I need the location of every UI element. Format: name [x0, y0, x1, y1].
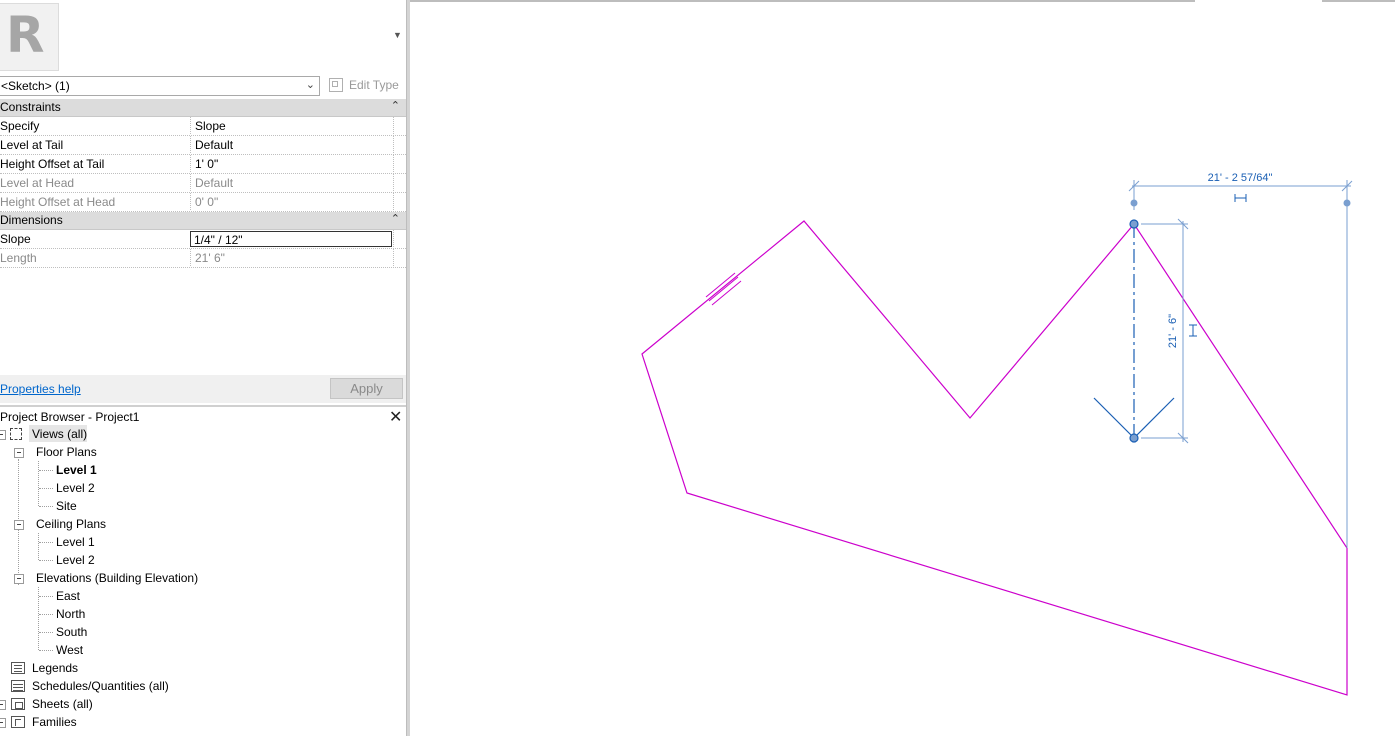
type-selector-header: R ▼	[0, 0, 406, 74]
property-name: Height Offset at Head	[0, 195, 116, 209]
group-label: Dimensions	[0, 213, 63, 227]
views-icon	[10, 428, 22, 440]
property-value[interactable]: 1' 0"	[195, 157, 218, 171]
edit-type-icon	[329, 78, 343, 92]
expand-toggle-icon[interactable]	[0, 718, 6, 728]
property-row-level-at-head: Level at Head Default	[0, 174, 406, 193]
collapse-toggle-icon[interactable]	[14, 448, 24, 458]
horizontal-dimension-text[interactable]: 21' - 2 57/64"	[1208, 172, 1273, 184]
property-row-length: Length 21' 6"	[0, 249, 406, 268]
tree-elevation-west[interactable]: West	[0, 641, 406, 659]
expand-toggle-icon[interactable]	[0, 700, 6, 710]
tree-elevation-south[interactable]: South	[0, 623, 406, 641]
vertical-dimension-lock-icon	[1189, 324, 1197, 337]
group-constraints[interactable]: Constraints ⌃	[0, 99, 406, 117]
collapse-toggle-icon[interactable]	[14, 574, 24, 584]
legend-icon	[11, 662, 25, 674]
sketch-view[interactable]: 21' - 2 57/64" 21' - 6"	[410, 0, 1395, 736]
tree-schedules[interactable]: Schedules/Quantities (all)	[0, 677, 406, 695]
property-row-specify[interactable]: Specify Slope	[0, 117, 406, 136]
property-name: Specify	[0, 119, 40, 133]
vertical-dimension-text[interactable]: 21' - 6"	[1167, 314, 1179, 348]
revit-logo-icon: R	[6, 6, 45, 64]
tree-families[interactable]: Families	[0, 713, 406, 731]
property-value[interactable]: Slope	[195, 119, 226, 133]
apply-button[interactable]: Apply	[330, 378, 403, 399]
collapse-toggle-icon[interactable]	[0, 430, 6, 440]
property-row-level-at-tail[interactable]: Level at Tail Default	[0, 136, 406, 155]
property-row-height-offset-tail[interactable]: Height Offset at Tail 1' 0"	[0, 155, 406, 174]
properties-footer: Properties help Apply	[0, 375, 406, 403]
instance-filter-label: <Sketch> (1)	[1, 79, 70, 93]
tree-views-all[interactable]: Views (all)	[0, 425, 406, 443]
tree-floor-plan-level-2[interactable]: Level 2	[0, 479, 406, 497]
collapse-icon[interactable]: ⌃	[391, 99, 400, 112]
property-name: Length	[0, 251, 37, 265]
project-browser-title-bar: Project Browser - Project1 ✕	[0, 405, 406, 427]
tree-elevation-east[interactable]: East	[0, 587, 406, 605]
property-name: Level at Tail	[0, 138, 64, 152]
tree-floor-plan-site[interactable]: Site	[0, 497, 406, 515]
dimension-lock-icon	[1234, 194, 1247, 202]
properties-help-link[interactable]: Properties help	[0, 382, 81, 396]
sheet-icon	[11, 698, 25, 710]
property-value[interactable]: Default	[195, 138, 233, 152]
property-row-slope[interactable]: Slope 1/4" / 12"	[0, 230, 406, 249]
property-value: 0' 0"	[195, 195, 219, 209]
horizontal-dimension	[1128, 180, 1353, 548]
tree-ceiling-plan-level-1[interactable]: Level 1	[0, 533, 406, 551]
group-label: Constraints	[0, 100, 61, 114]
tree-legends[interactable]: Legends	[0, 659, 406, 677]
tree-elevations[interactable]: Elevations (Building Elevation)	[0, 569, 406, 587]
edit-type-label: Edit Type	[349, 78, 399, 92]
property-value: 21' 6"	[195, 251, 225, 265]
properties-grid: Constraints ⌃ Specify Slope Level at Tai…	[0, 99, 406, 268]
property-value[interactable]: 1/4" / 12"	[194, 233, 243, 247]
tree-sheets[interactable]: Sheets (all)	[0, 695, 406, 713]
family-icon	[11, 716, 25, 728]
schedule-icon	[11, 680, 25, 692]
instance-filter-dropdown[interactable]: <Sketch> (1) ⌄	[0, 76, 320, 96]
vertical-dimension	[1141, 218, 1189, 444]
property-name: Level at Head	[0, 176, 75, 190]
type-preview: R	[0, 3, 59, 71]
properties-panel: R ▼ <Sketch> (1) ⌄ Edit Type Constraints…	[0, 0, 406, 736]
tree-floor-plan-level-1[interactable]: Level 1	[0, 461, 406, 479]
collapse-toggle-icon[interactable]	[14, 520, 24, 530]
project-browser-title: Project Browser - Project1	[0, 410, 140, 424]
tree-ceiling-plan-level-2[interactable]: Level 2	[0, 551, 406, 569]
chevron-down-icon: ⌄	[305, 79, 315, 91]
property-name: Slope	[0, 232, 31, 246]
type-dropdown-arrow-icon[interactable]: ▼	[393, 30, 402, 40]
slope-input[interactable]: 1/4" / 12"	[190, 231, 392, 247]
property-name: Height Offset at Tail	[0, 157, 105, 171]
drawing-canvas[interactable]: 21' - 2 57/64" 21' - 6"	[410, 0, 1395, 736]
close-icon[interactable]: ✕	[389, 407, 402, 427]
slope-arrow	[1093, 219, 1175, 443]
tree-floor-plans[interactable]: Floor Plans	[0, 443, 406, 461]
project-browser-tree: Views (all) Floor Plans Level 1 Level 2 …	[0, 425, 406, 736]
group-dimensions[interactable]: Dimensions ⌃	[0, 212, 406, 230]
property-row-height-offset-head: Height Offset at Head 0' 0"	[0, 193, 406, 212]
edit-type-button[interactable]: Edit Type	[327, 76, 405, 96]
tree-ceiling-plans[interactable]: Ceiling Plans	[0, 515, 406, 533]
tree-elevation-north[interactable]: North	[0, 605, 406, 623]
property-value: Default	[195, 176, 234, 190]
collapse-icon[interactable]: ⌃	[391, 212, 400, 225]
roof-sketch-boundary	[641, 220, 1348, 696]
